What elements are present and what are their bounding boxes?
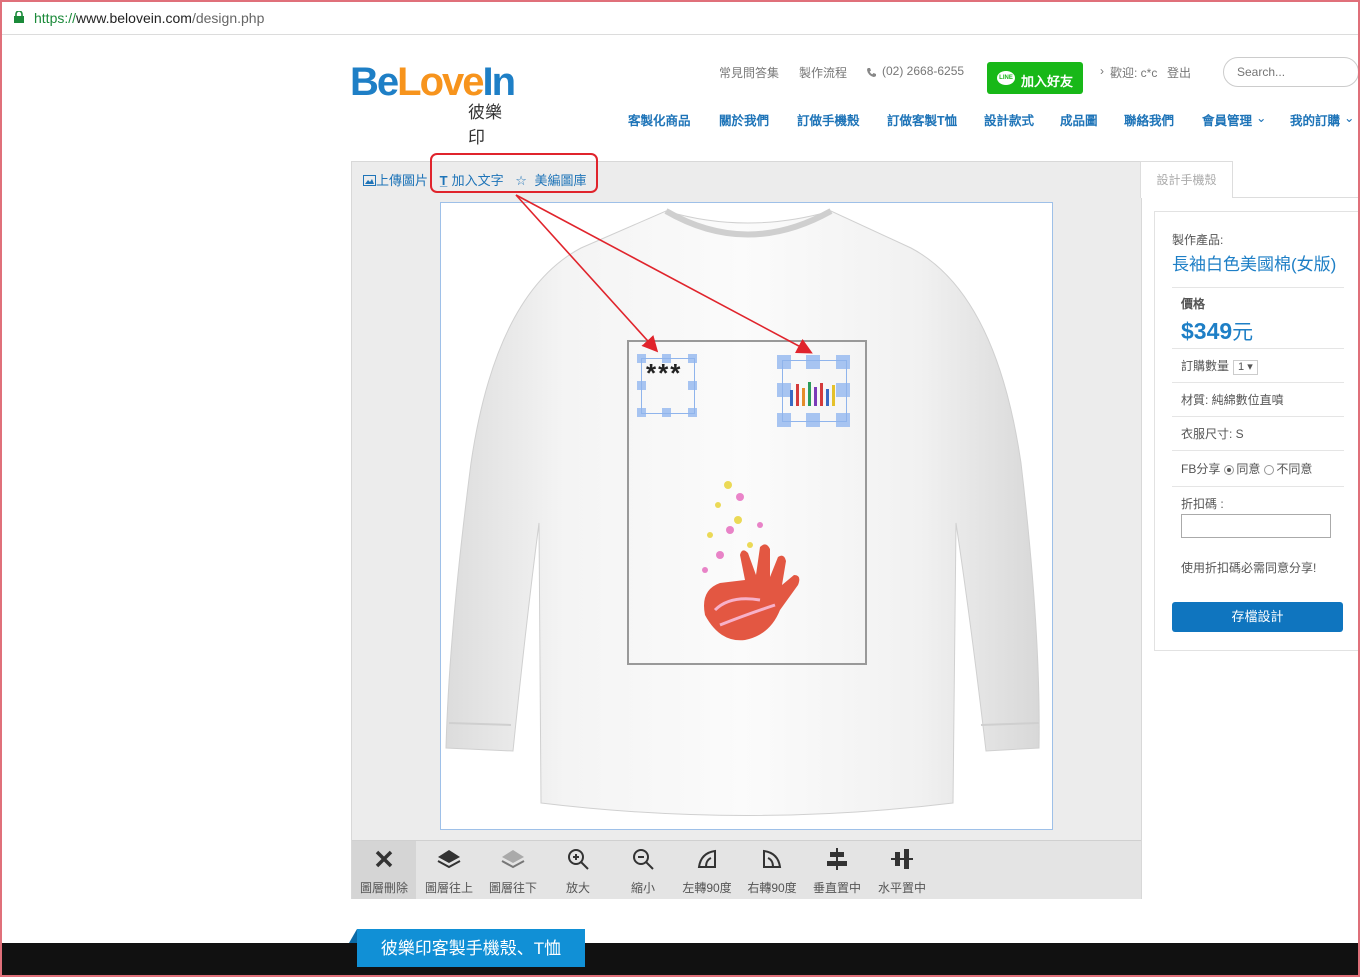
rotate-right-icon [763,849,782,868]
nav-contact[interactable]: 聯絡我們 [1124,110,1174,129]
nav-member[interactable]: 會員管理 [1202,110,1252,129]
image-icon [363,175,376,186]
rotate-right-button[interactable]: 右轉90度 [740,841,804,899]
quantity-select[interactable]: 1 ▾ [1233,360,1258,375]
search-input[interactable] [1235,64,1349,80]
divider [1172,486,1344,487]
layer-down-button[interactable]: 圖層往下 [481,841,545,899]
center-vertical-button[interactable]: 垂直置中 [805,841,869,899]
save-design-button[interactable]: 存檔設計 [1172,602,1343,632]
welcome-user-text: 歡迎: c*c [1110,66,1158,80]
phone-number: (02) 2668-6255 [882,64,965,78]
coupon-input[interactable] [1181,514,1331,538]
delete-layer-button[interactable]: 圖層刪除 [352,841,416,899]
divider [1172,348,1344,349]
layers-icon [501,850,525,869]
upload-image-button[interactable]: 上傳圖片 [363,170,432,189]
search-box[interactable] [1223,57,1359,87]
zoom-in-button[interactable]: 放大 [546,841,610,899]
faq-link[interactable]: 常見問答集 [719,64,779,81]
rotate-left-icon [697,849,716,868]
material-text: 材質: 純綿數位直噴 [1181,393,1284,407]
address-bar[interactable]: https://www.belovein.com/design.php [2,2,1358,35]
nav-designs[interactable]: 設計款式 [984,110,1034,129]
nav-phone-case[interactable]: 訂做手機殼 [797,110,860,129]
price-label: 價格 [1181,297,1206,311]
footer-title: 彼樂印客製手機殼、T恤 [349,929,585,967]
align-horizontal-center-icon [891,849,913,869]
price-value: $349元 [1181,318,1254,344]
quantity-row: 訂購數量 1 ▾ [1181,357,1258,375]
nav-custom-products[interactable]: 客製化商品 [628,110,691,129]
fb-agree-radio[interactable] [1224,464,1235,475]
zoom-out-icon [633,849,654,870]
annotation-highlight-box [430,153,598,193]
chevron-right-icon: › [1100,64,1104,78]
layers-icon [437,850,461,869]
coupon-label: 折扣碼 : [1181,497,1224,511]
url-text: https://www.belovein.com/design.php [34,10,265,26]
process-link[interactable]: 製作流程 [799,64,847,81]
text-layer[interactable]: *** [646,358,682,389]
coupon-note: 使用折扣碼必需同意分享! [1181,561,1317,575]
fb-share-row: FB分享 同意 不同意 [1181,462,1313,476]
size-text: 衣服尺寸: S [1181,427,1244,441]
nav-gallery[interactable]: 成品圖 [1060,110,1098,129]
align-vertical-center-icon [827,848,847,870]
close-icon [375,850,393,868]
footer-bar [2,943,1358,975]
logo-chinese: 彼樂印 [468,103,502,147]
rotate-left-button[interactable]: 左轉90度 [675,841,739,899]
handprint-artwork[interactable] [690,475,820,665]
site-logo[interactable]: BeLoveIn 彼樂印 [350,62,516,147]
nav-custom-tshirt[interactable]: 訂做客製T恤 [887,110,957,129]
layer-up-button[interactable]: 圖層往上 [417,841,481,899]
nav-about[interactable]: 關於我們 [719,110,769,129]
center-horizontal-button[interactable]: 水平置中 [870,841,934,899]
product-name: 長袖白色美國棉(女版) [1172,255,1337,274]
fb-disagree-radio[interactable] [1264,464,1275,475]
tab-design-phone-case[interactable]: 設計手機殼 [1140,161,1233,198]
divider [1172,416,1344,417]
chevron-down-icon: ⌄ [1344,111,1355,125]
divider [1172,382,1344,383]
lock-icon [14,11,24,23]
divider [1172,287,1344,288]
line-icon: LINE [997,71,1015,85]
nav-my-orders[interactable]: 我的訂購 [1290,110,1340,129]
chevron-down-icon: ⌄ [1256,111,1267,125]
zoom-out-button[interactable]: 縮小 [611,841,675,899]
image-layer[interactable] [788,378,840,408]
divider [1172,450,1344,451]
zoom-in-icon [568,849,589,870]
phone-icon [867,68,876,77]
layer-tools-bar: 圖層刪除 圖層往上 圖層往下 放大 縮小 左轉90度 右轉90度 垂直置中 水平… [352,840,1141,899]
product-label: 製作產品: [1172,233,1224,247]
tab-underline [1233,197,1359,198]
line-add-friend-button[interactable]: LINE 加入好友 [987,62,1083,94]
logout-link[interactable]: 登出 [1167,64,1191,81]
